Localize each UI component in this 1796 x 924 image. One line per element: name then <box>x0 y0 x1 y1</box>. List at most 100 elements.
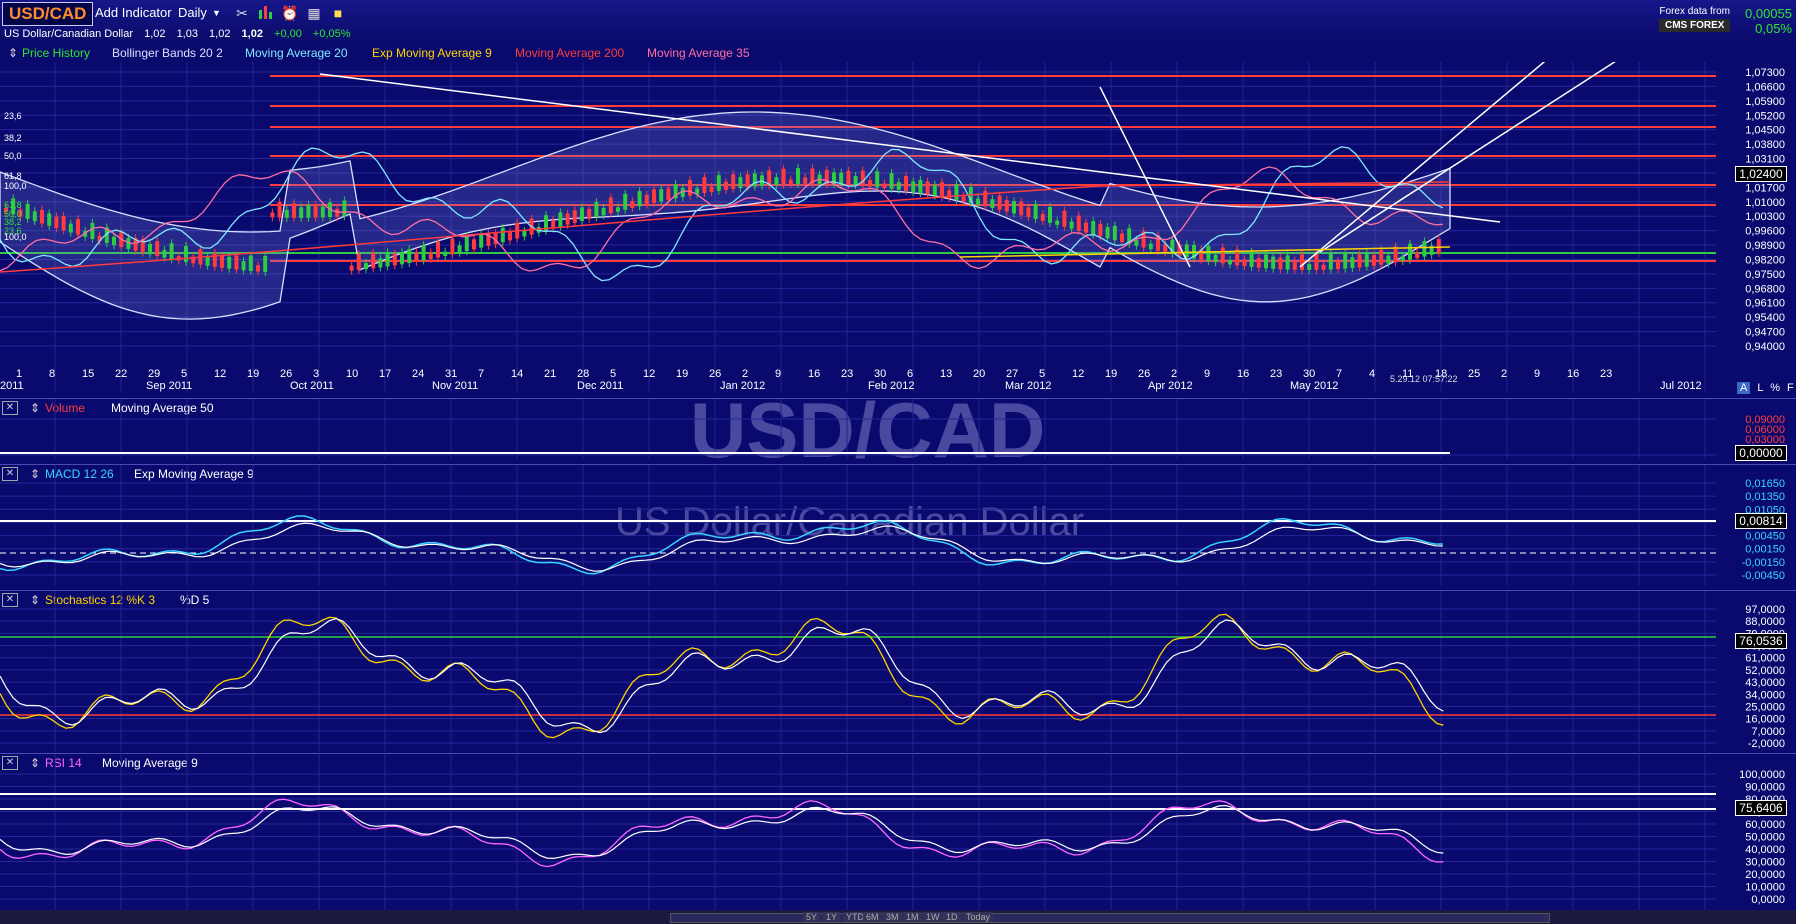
range-button-6m[interactable]: 6M <box>863 912 882 922</box>
axis-label: 1,01700 <box>1745 182 1785 194</box>
date-tick: 16 <box>1237 368 1250 380</box>
candle <box>954 184 959 200</box>
symbol-box[interactable]: USD/CAD <box>2 2 94 26</box>
axis-label: 100,0000 <box>1739 769 1785 781</box>
candle <box>565 213 570 225</box>
candle <box>1408 243 1412 260</box>
volume-panel: ✕ ⇕ Volume Moving Average 50 0,09000 0,06… <box>0 398 1796 461</box>
macd-last-label: 0,00814 <box>1735 513 1787 529</box>
date-tick: 19 <box>1105 368 1118 380</box>
chart-type-icon[interactable] <box>257 4 275 22</box>
axis-label: 50,0000 <box>1745 832 1785 844</box>
legend-ma200[interactable]: Moving Average 200 <box>515 46 624 60</box>
range-button-1d[interactable]: 1D <box>943 912 961 922</box>
candle <box>875 171 880 188</box>
date-tick: 23 <box>1600 368 1613 380</box>
date-tick: 2 <box>1171 368 1178 380</box>
date-tick: 16 <box>808 368 821 380</box>
candle <box>1091 221 1096 235</box>
legend-ma20[interactable]: Moving Average 20 <box>245 46 348 60</box>
date-tick: 1 <box>16 368 23 380</box>
candle <box>853 176 858 186</box>
candle <box>25 203 30 219</box>
legend-bollinger[interactable]: Bollinger Bands 20 2 <box>112 46 223 60</box>
candle <box>716 175 721 191</box>
chevron-down-icon[interactable]: ▼ <box>212 8 221 18</box>
candle <box>1364 253 1369 267</box>
candle <box>1134 240 1139 246</box>
add-indicator-button[interactable]: Add Indicator <box>95 5 172 20</box>
range-button-1w[interactable]: 1W <box>923 912 943 922</box>
axis-auto-button[interactable]: A <box>1737 382 1751 394</box>
candle <box>320 206 325 218</box>
month-label: Oct 2011 <box>290 380 334 392</box>
tools-icon[interactable]: ✂ <box>233 4 251 22</box>
axis-label: 1,01000 <box>1745 197 1785 209</box>
range-button-3m[interactable]: 3M <box>883 912 902 922</box>
legend-price-history[interactable]: Price History <box>22 46 90 60</box>
candle <box>796 168 800 185</box>
interval-select[interactable]: Daily <box>178 5 207 20</box>
candle <box>270 212 275 218</box>
range-button-5y[interactable]: 5Y <box>803 912 821 922</box>
candle <box>990 199 995 209</box>
legend-ema9[interactable]: Exp Moving Average 9 <box>372 46 492 60</box>
change-readout: 0,00055 0,05% <box>1745 6 1792 36</box>
candle <box>896 182 901 190</box>
range-button-1m[interactable]: 1M <box>903 912 922 922</box>
candle <box>702 177 707 194</box>
quote-name: US Dollar/Canadian Dollar <box>4 28 134 40</box>
candle <box>1393 246 1398 263</box>
candle <box>1285 255 1290 270</box>
drag-handle-icon[interactable]: ⇕ <box>8 46 18 60</box>
candle <box>256 265 260 272</box>
candle <box>1019 201 1024 216</box>
candle <box>479 234 484 248</box>
range-button-1y[interactable]: 1Y <box>823 912 841 922</box>
calendar-icon[interactable]: ▦ <box>305 4 323 22</box>
candle <box>162 250 167 258</box>
axis-label: 60,0000 <box>1745 819 1785 831</box>
date-tick: 20 <box>973 368 986 380</box>
candle <box>680 188 685 198</box>
alarm-icon[interactable]: ⏰ <box>281 4 299 22</box>
candle <box>263 255 268 272</box>
candle <box>587 208 592 220</box>
axis-label: 1,03800 <box>1745 139 1785 151</box>
candle <box>731 174 736 189</box>
price-chart[interactable]: 1,07300 1,06600 1,05900 1,05200 1,04500 1,038… <box>0 62 1796 392</box>
candle <box>392 253 397 266</box>
candle <box>1228 260 1232 265</box>
time-scrollbar[interactable] <box>670 913 1550 923</box>
date-tick: 5 <box>610 368 617 380</box>
date-tick: 19 <box>676 368 689 380</box>
axis-fit-button[interactable]: F <box>1787 382 1794 394</box>
candle <box>1048 206 1052 223</box>
candle <box>1213 254 1218 263</box>
axis-label: 88,0000 <box>1745 616 1785 628</box>
range-button-today[interactable]: Today <box>963 912 994 922</box>
legend-ma35[interactable]: Moving Average 35 <box>647 46 750 60</box>
axis-percent-button[interactable]: % <box>1770 382 1780 394</box>
candle <box>407 249 412 264</box>
candle <box>1422 241 1427 257</box>
fib-label: 38,2 <box>4 133 22 143</box>
axis-label: -0,00450 <box>1742 570 1785 582</box>
axis-label: 0,99600 <box>1745 226 1785 238</box>
month-label: Nov 2011 <box>432 380 479 392</box>
note-icon[interactable]: ■ <box>329 4 347 22</box>
candle <box>1300 254 1304 270</box>
date-tick: 7 <box>1336 368 1343 380</box>
change-abs: 0,00055 <box>1745 6 1792 21</box>
candle <box>630 201 635 209</box>
quote-change-pct: +0,05% <box>312 28 351 40</box>
candle <box>76 219 80 235</box>
date-tick: 26 <box>1138 368 1151 380</box>
date-tick: 2 <box>1501 368 1508 380</box>
axis-label: 90,0000 <box>1745 782 1785 794</box>
fib-label: 100,0 <box>4 232 27 242</box>
month-label: Apr 2012 <box>1148 380 1193 392</box>
axis-log-button[interactable]: L <box>1757 382 1763 394</box>
candle <box>803 177 808 184</box>
candle <box>1033 203 1038 220</box>
